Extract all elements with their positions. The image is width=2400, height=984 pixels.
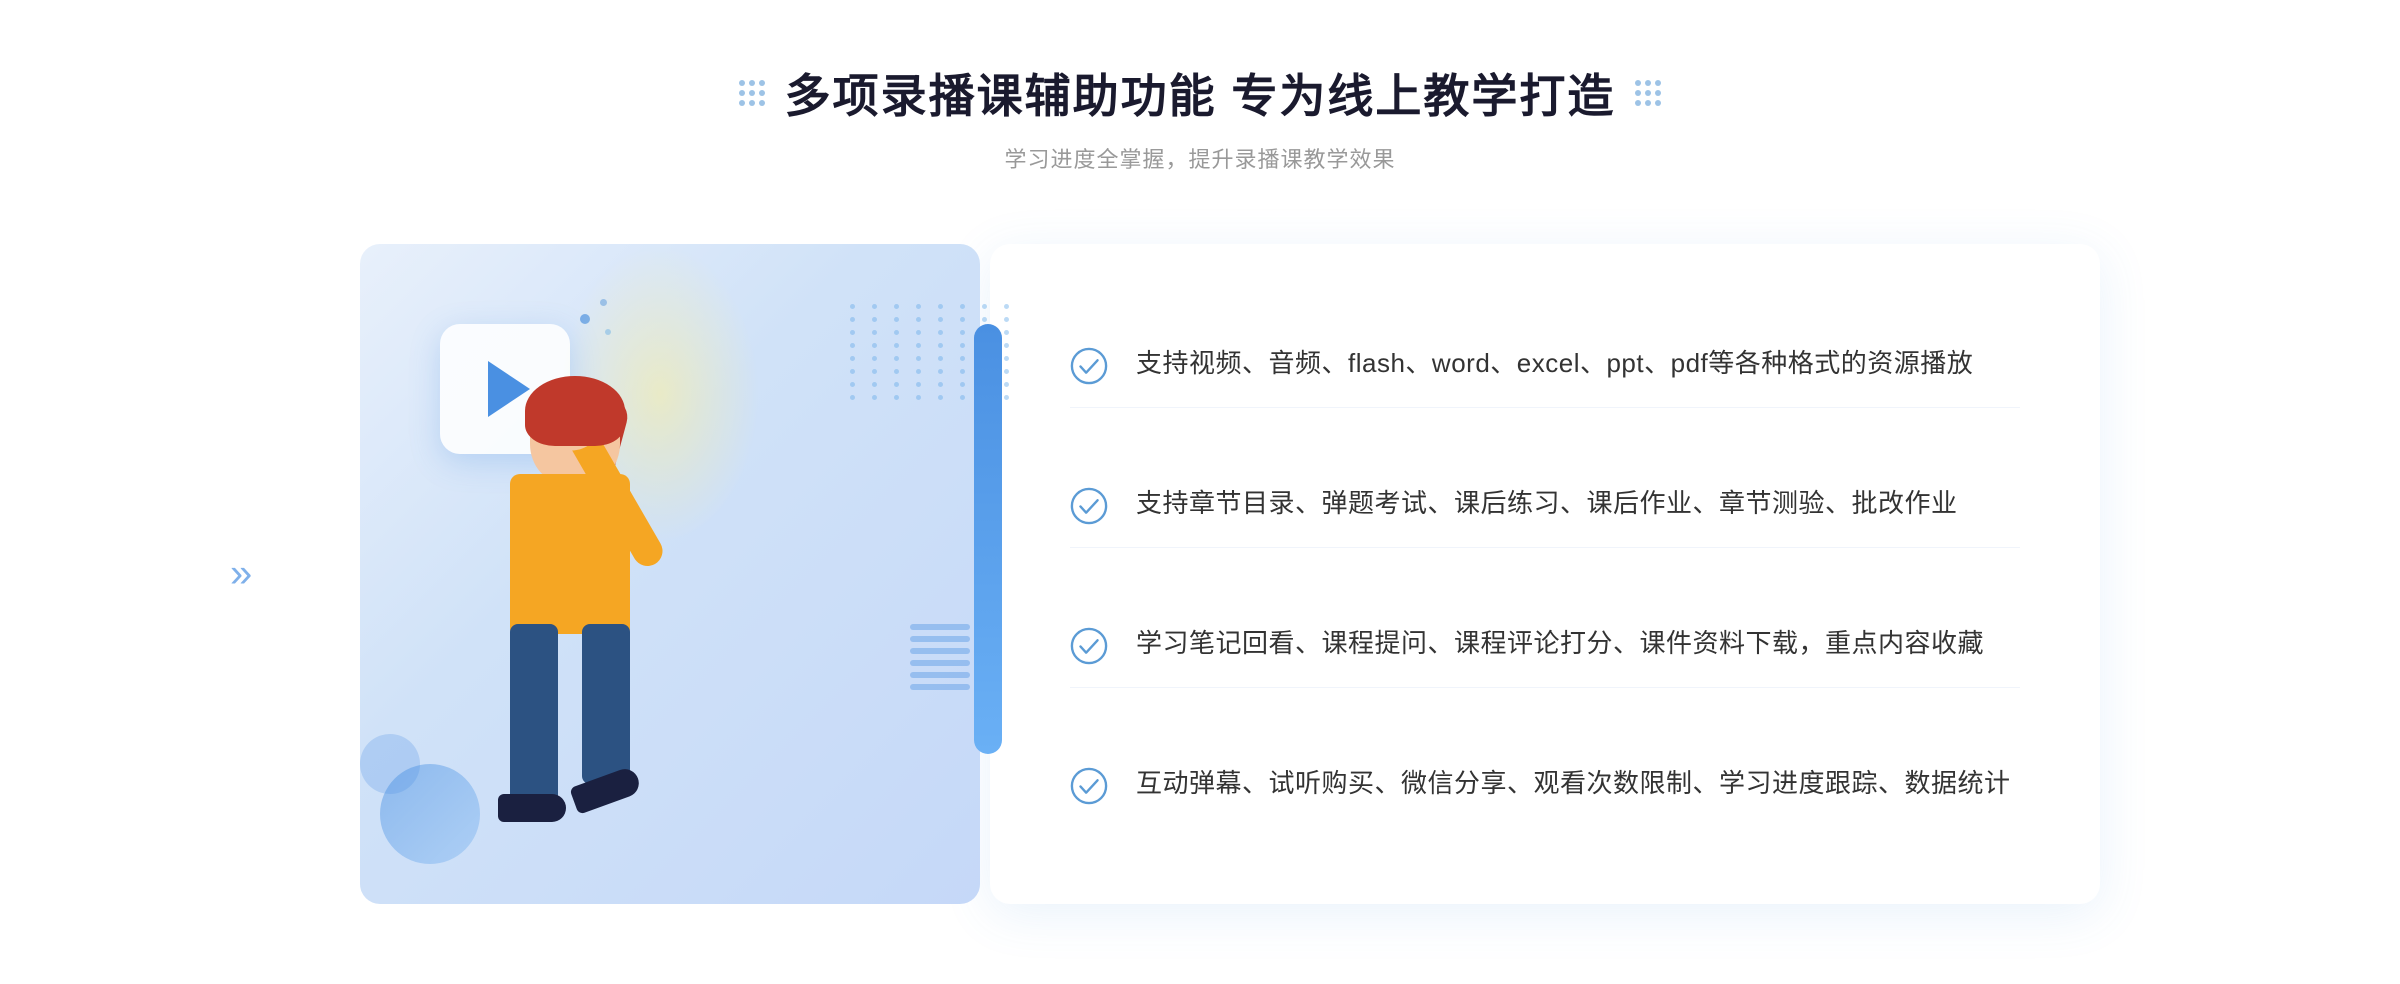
character-body [510, 474, 630, 634]
feature-text-3: 学习笔记回看、课程提问、课程评论打分、课件资料下载，重点内容收藏 [1136, 623, 1984, 665]
character-shoe-left [498, 794, 566, 822]
stripe-decoration [910, 624, 970, 724]
header-dots-right [1635, 80, 1661, 106]
feature-text-2: 支持章节目录、弹题考试、课后练习、课后作业、章节测验、批改作业 [1136, 483, 1958, 525]
header-dots-left [739, 80, 765, 106]
check-icon-2 [1070, 487, 1108, 525]
page-title: 多项录播课辅助功能 专为线上教学打造 [785, 60, 1616, 126]
page-header: 多项录播课辅助功能 专为线上教学打造 [739, 60, 1662, 126]
feature-item-4: 互动弹幕、试听购买、微信分享、观看次数限制、学习进度跟踪、数据统计 [1070, 741, 2020, 827]
illustration-background [360, 244, 980, 904]
feature-text-1: 支持视频、音频、flash、word、excel、ppt、pdf等各种格式的资源… [1136, 343, 1973, 385]
check-icon-4 [1070, 767, 1108, 805]
check-icon-3 [1070, 627, 1108, 665]
left-illustration-panel: » [300, 244, 980, 904]
features-panel: 支持视频、音频、flash、word、excel、ppt、pdf等各种格式的资源… [990, 244, 2100, 904]
main-content: » [300, 244, 2100, 904]
left-arrow-decoration: » [230, 552, 252, 597]
character-leg-right [582, 624, 630, 784]
check-icon-1 [1070, 347, 1108, 385]
circle-decoration-2 [360, 734, 420, 794]
feature-item-2: 支持章节目录、弹题考试、课后练习、课后作业、章节测验、批改作业 [1070, 461, 2020, 548]
blue-vertical-bar [974, 324, 1002, 754]
character-leg-left [510, 624, 558, 804]
page-subtitle: 学习进度全掌握，提升录播课教学效果 [1004, 142, 1395, 174]
feature-item-1: 支持视频、音频、flash、word、excel、ppt、pdf等各种格式的资源… [1070, 321, 2020, 408]
feature-text-4: 互动弹幕、试听购买、微信分享、观看次数限制、学习进度跟踪、数据统计 [1136, 763, 2011, 805]
feature-item-3: 学习笔记回看、课程提问、课程评论打分、课件资料下载，重点内容收藏 [1070, 601, 2020, 688]
character-hair [525, 376, 625, 446]
